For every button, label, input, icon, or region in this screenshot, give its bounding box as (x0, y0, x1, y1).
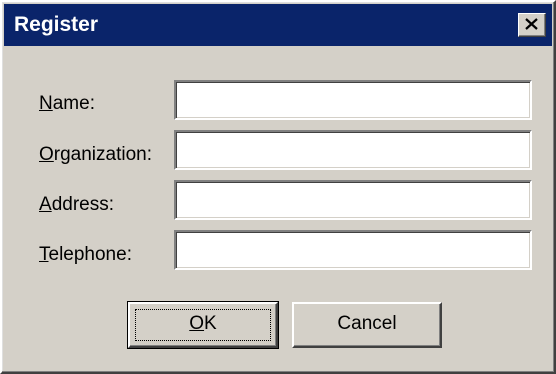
telephone-label-rest: elephone: (48, 244, 132, 265)
organization-label-mnemonic: O (39, 144, 54, 165)
title-bar[interactable]: Register (4, 4, 552, 46)
telephone-label-mnemonic: T (39, 244, 49, 265)
close-button[interactable] (518, 13, 546, 37)
focus-rectangle (135, 309, 271, 341)
name-input[interactable] (174, 80, 532, 120)
register-dialog: Register Name: Organization: Address: Te… (0, 0, 556, 374)
address-label: Address: (39, 193, 114, 217)
organization-label: Organization: (39, 143, 152, 167)
name-label-rest: ame: (52, 93, 95, 114)
address-input[interactable] (174, 180, 532, 220)
address-label-rest: ddress: (51, 194, 114, 215)
organization-input[interactable] (174, 130, 532, 170)
cancel-button[interactable]: Cancel (292, 302, 442, 348)
telephone-input[interactable] (174, 230, 532, 270)
close-icon (525, 18, 538, 30)
organization-label-rest: rganization: (53, 144, 153, 165)
name-label-mnemonic: N (39, 93, 53, 114)
address-label-mnemonic: A (39, 194, 52, 215)
ok-button[interactable]: OK (127, 301, 279, 349)
name-label: Name: (39, 92, 95, 116)
window-title: Register (14, 13, 99, 36)
telephone-label: Telephone: (39, 243, 132, 267)
